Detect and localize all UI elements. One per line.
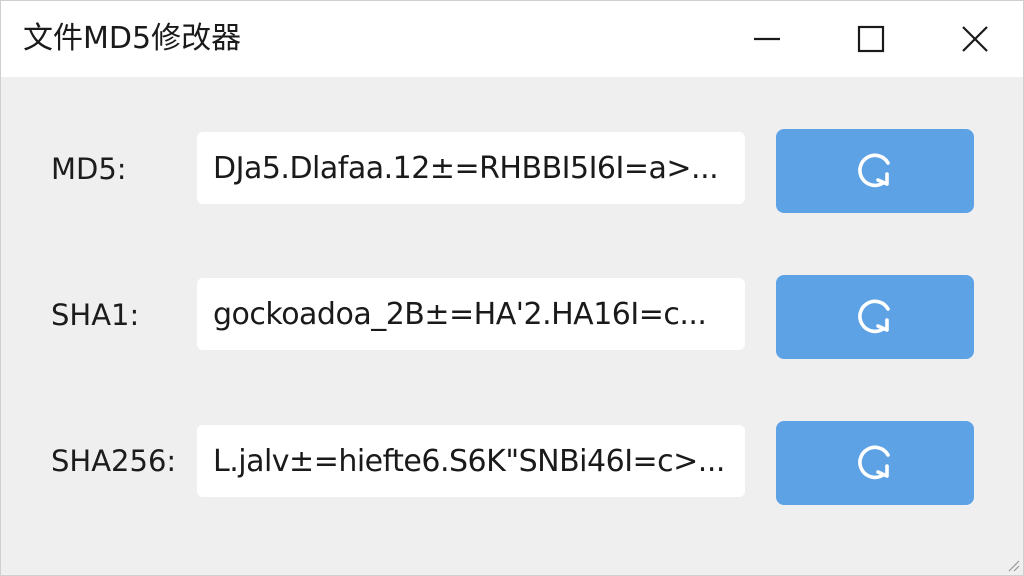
md5-refresh-button[interactable] (776, 129, 974, 213)
minimize-button[interactable] (721, 1, 813, 77)
refresh-icon (858, 445, 890, 480)
app-window: 文件MD5修改器 MD5: DJa5.Dlafaa.12±=RHBBI5I6I=… (0, 0, 1024, 576)
resize-grip-icon[interactable] (1006, 558, 1020, 572)
refresh-icon (858, 153, 890, 188)
md5-value-field[interactable]: DJa5.Dlafaa.12±=RHBBI5I6I=a>... (197, 132, 745, 204)
sha256-value-field[interactable]: L.jalv±=hiefte6.S6K"SNBi46I=c>... (197, 425, 745, 497)
md5-value: DJa5.Dlafaa.12±=RHBBI5I6I=a>... (213, 150, 719, 186)
sha1-refresh-button[interactable] (776, 275, 974, 359)
close-icon (962, 26, 988, 52)
close-button[interactable] (929, 1, 1021, 77)
sha1-value: gockoadoa_2B±=HA'2.HA16I=c... (213, 296, 707, 332)
sha256-refresh-button[interactable] (776, 421, 974, 505)
sha256-label: SHA256: (51, 444, 177, 478)
maximize-icon (857, 25, 885, 53)
title-bar[interactable]: 文件MD5修改器 (1, 1, 1023, 77)
md5-label: MD5: (51, 152, 127, 186)
window-title: 文件MD5修改器 (23, 21, 242, 56)
minimize-icon (754, 37, 780, 41)
sha1-value-field[interactable]: gockoadoa_2B±=HA'2.HA16I=c... (197, 278, 745, 350)
refresh-icon (858, 299, 890, 334)
sha1-label: SHA1: (51, 298, 140, 332)
sha256-value: L.jalv±=hiefte6.S6K"SNBi46I=c>... (213, 443, 725, 479)
maximize-button[interactable] (825, 1, 917, 77)
